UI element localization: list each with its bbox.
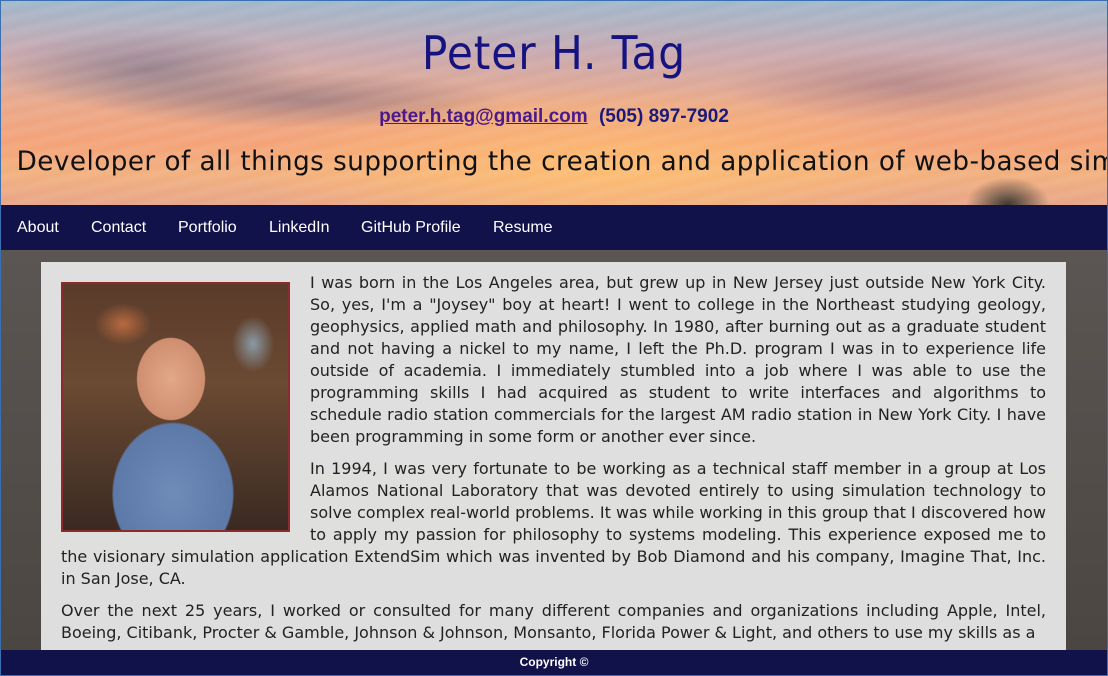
contact-line: peter.h.tag@gmail.com (505) 897-7902 [0,106,1108,128]
nav-item-linkedin[interactable]: LinkedIn [269,205,330,250]
footer: Copyright © [0,650,1108,676]
nav-item-contact[interactable]: Contact [91,205,146,250]
tagline: Developer of all things supporting the c… [16,146,1108,177]
main-nav: About Contact Portfolio LinkedIn GitHub … [0,205,1108,250]
phone-number: (505) 897-7902 [598,106,729,127]
nav-item-about[interactable]: About [17,205,59,250]
about-paragraph-3: Over the next 25 years, I worked or cons… [61,601,1046,642]
header-banner: Peter H. Tag peter.h.tag@gmail.com (505)… [0,0,1108,205]
email-link[interactable]: peter.h.tag@gmail.com [379,106,588,127]
site-owner-name: Peter H. Tag [421,26,687,80]
copyright-text: Copyright © [519,655,589,669]
about-content: I was born in the Los Angeles area, but … [41,262,1066,662]
nav-item-github-profile[interactable]: GitHub Profile [361,205,461,250]
nav-item-portfolio[interactable]: Portfolio [178,205,237,250]
nav-item-resume[interactable]: Resume [493,205,553,250]
profile-photo [61,282,290,532]
